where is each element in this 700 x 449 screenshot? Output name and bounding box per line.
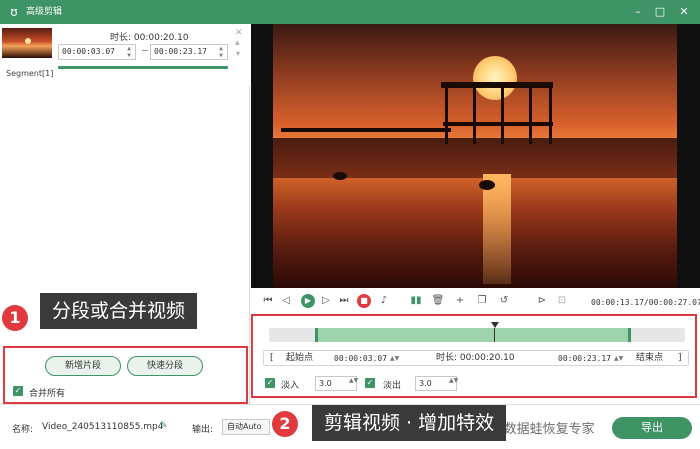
new-segment-button[interactable]: 新增片段 [45,356,121,376]
stop-icon[interactable]: ■ [357,294,371,308]
remove-segment-icon[interactable]: ✕ [235,28,243,38]
annotation-2-text: 剪辑视频 · 增加特效 [312,405,507,441]
stepper-icon[interactable]: ▲▼ [449,377,458,384]
pier-deck [281,128,451,132]
fade-out-label: 淡出 [383,381,402,391]
close-icon[interactable]: ✕ [676,4,692,20]
next-frame-icon[interactable]: ▷ [319,294,333,308]
end-label[interactable]: 结束点 [636,353,663,364]
video-frame [273,24,677,288]
export-button[interactable]: 导出 [612,417,692,439]
snapshot-icon[interactable]: ⊡ [555,294,569,308]
quick-split-button[interactable]: 快速分段 [127,356,203,376]
video-preview[interactable] [251,24,700,288]
stepper-icon[interactable]: ▲▼ [217,45,225,59]
maximize-icon[interactable]: □ [652,4,668,20]
timeline-selection[interactable] [315,328,631,342]
merge-all-label: 合并所有 [29,389,66,399]
bracket-open: [ [270,353,274,363]
go-start-icon[interactable]: ⏮ [261,294,275,308]
player-controls: ⏮ ◁ ▶ ▷ ⏭ ■ ♪ ▮▮ 🗑 + ❐ ↺ ⊳ ⊡ 00:00:13.17… [251,288,700,314]
sun-shape [473,56,517,100]
edit-panel: [ 起始点 00:00:03.07 ▲▼ 时长: 00:00:20.10 00:… [251,314,697,398]
title-bar: ʊ 高级剪辑 – □ ✕ [0,0,700,24]
go-end-icon[interactable]: ⏭ [337,294,351,308]
segment-start-input[interactable]: 00:00:03.07 ▲ ▼ [58,44,136,60]
output-label: 输出: [192,425,214,435]
segment-controls: 新增片段 快速分段 ✓ 合并所有 [3,346,248,404]
timeline-track[interactable] [269,322,685,342]
bird-shape [333,172,347,180]
bird-shape [479,180,495,190]
start-label[interactable]: 起始点 [286,353,313,364]
edit-name-icon[interactable]: ✎ [160,421,168,431]
bracket-close: ] [678,353,682,363]
end-input[interactable]: 00:00:23.17 [558,353,611,364]
segment-label: Segment[1] [6,69,54,78]
segment-separator [142,50,148,51]
sea-shape [273,138,677,178]
stepper-icon[interactable]: ▲▼ [125,45,133,59]
minimize-icon[interactable]: – [630,4,646,20]
playhead-line [494,328,495,342]
name-label: 名称: [12,425,34,435]
reset-icon[interactable]: ↺ [497,294,511,308]
prev-frame-icon[interactable]: ◁ [279,294,293,308]
segment-menu-icon[interactable]: ▾ [236,49,240,58]
volume-icon[interactable]: ♪ [377,294,391,308]
fade-out-checkbox[interactable]: ✓ [365,378,375,388]
segment-item[interactable]: Segment[1] 时长: 00:00:20.10 00:00:03.07 ▲… [0,24,250,86]
fade-in-checkbox[interactable]: ✓ [265,378,275,388]
time-readout: 00:00:13.17/00:00:27.07 [591,298,700,307]
pier-roof [441,82,553,88]
split-icon[interactable]: ▮▮ [409,294,423,308]
annotation-2-badge: 2 [272,411,298,437]
start-input[interactable]: 00:00:03.07 [334,353,387,364]
segment-thumbnail[interactable] [2,28,52,58]
delete-icon[interactable]: 🗑 [431,294,445,308]
sun-reflection [483,174,511,284]
segment-duration: 时长: 00:00:20.10 [110,33,189,43]
stepper-icon[interactable]: ▲▼ [349,377,358,384]
trim-row: [ 起始点 00:00:03.07 ▲▼ 时长: 00:00:20.10 00:… [263,350,689,366]
output-select[interactable]: 自动Auto [222,419,270,435]
file-name: Video_240513110855.mp4 [42,422,164,432]
trim-duration: 时长: 00:00:20.10 [436,353,515,363]
merge-all-checkbox[interactable]: ✓ [13,386,23,396]
rabbit-logo-icon: ʊ [10,5,18,19]
stepper-icon[interactable]: ▲▼ [390,353,399,364]
copy-icon[interactable]: ❐ [475,294,489,308]
drag-handle-icon[interactable]: ▴ [235,38,240,48]
fade-in-label: 淡入 [281,381,300,391]
window-title: 高级剪辑 [26,7,63,17]
annotation-1-badge: 1 [2,305,28,331]
playhead-icon[interactable] [491,322,499,328]
annotation-1-text: 分段或合并视频 [40,293,198,329]
play-icon[interactable]: ▶ [301,294,315,308]
mark-in-icon[interactable]: ⊳ [535,294,549,308]
segment-progress-bar [58,66,228,69]
segment-end-input[interactable]: 00:00:23.17 ▲ ▼ [150,44,228,60]
stepper-icon[interactable]: ▲▼ [614,353,623,364]
add-icon[interactable]: + [453,294,467,308]
